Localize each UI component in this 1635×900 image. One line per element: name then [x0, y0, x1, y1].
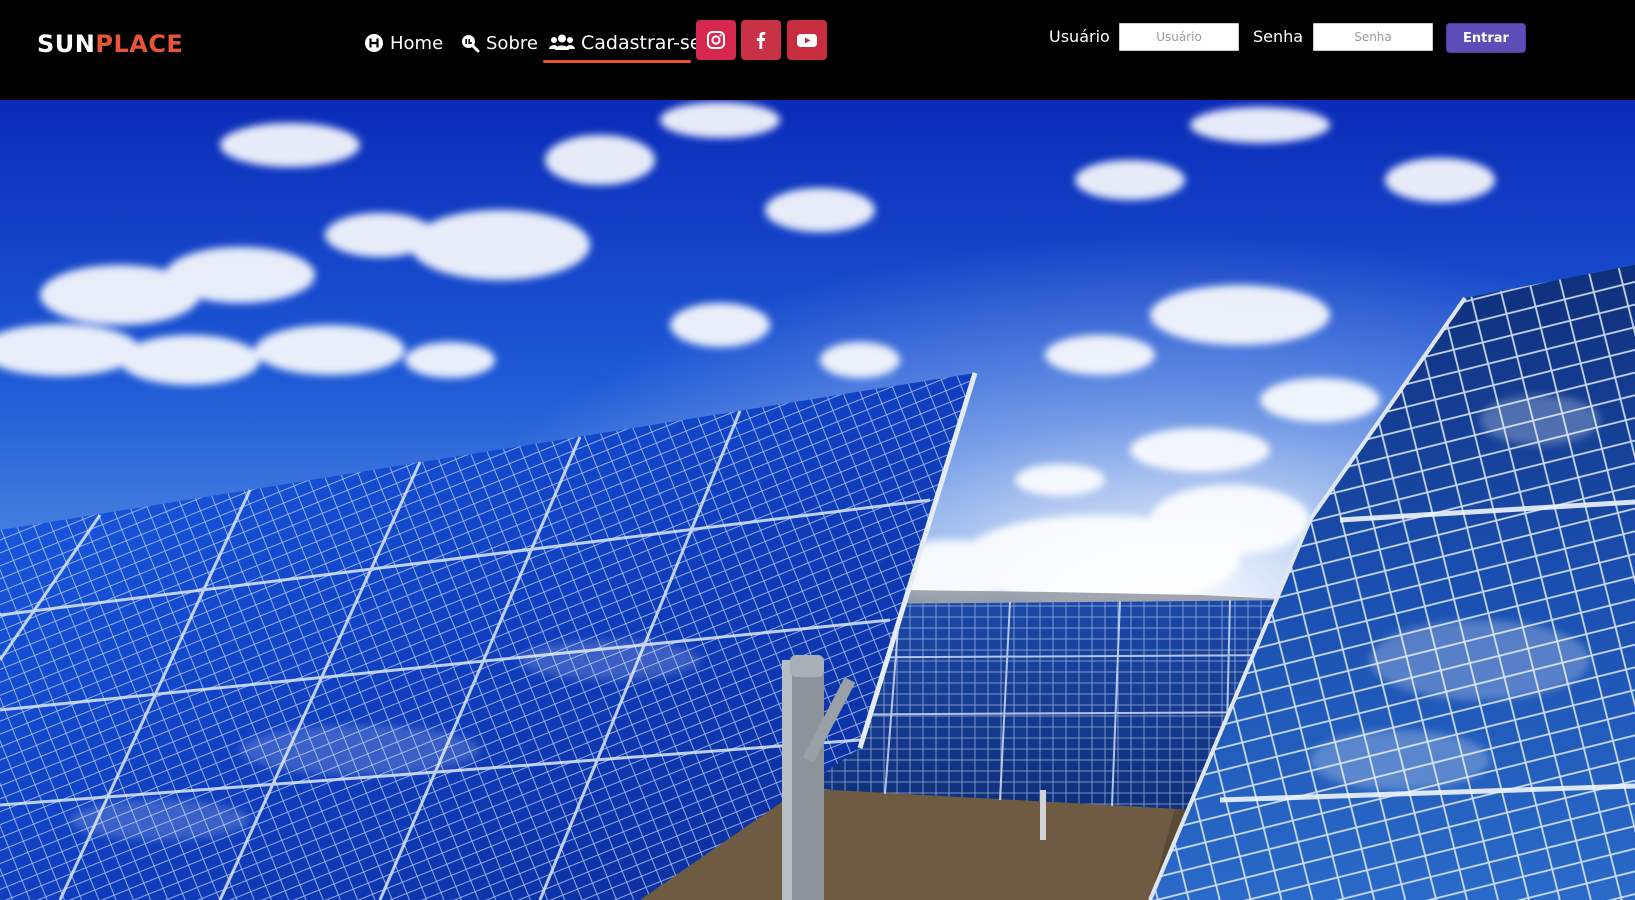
- nav-sobre-link[interactable]: Sobre: [459, 26, 538, 60]
- nav-active-indicator: [543, 60, 691, 63]
- home-h-icon: [363, 33, 384, 54]
- solar-panels-image: [0, 100, 1635, 900]
- facebook-button[interactable]: [741, 20, 781, 60]
- nav-home-label: Home: [390, 32, 444, 54]
- username-label: Usuário: [1049, 27, 1110, 46]
- youtube-button[interactable]: [787, 20, 827, 60]
- top-navbar: SUNPLACE Home Sobre Cadastrar-se Usuário…: [0, 0, 1635, 100]
- hero-image: [0, 100, 1635, 900]
- brand-logo[interactable]: SUNPLACE: [37, 28, 183, 60]
- password-label: Senha: [1253, 27, 1304, 46]
- instagram-icon: [707, 31, 725, 49]
- instagram-button[interactable]: [696, 20, 736, 60]
- nav-sobre-label: Sobre: [486, 32, 538, 54]
- search-info-icon: [459, 33, 480, 54]
- brand-logo-part2: PLACE: [95, 30, 184, 58]
- login-button[interactable]: Entrar: [1446, 23, 1526, 53]
- username-input[interactable]: [1119, 23, 1239, 51]
- facebook-icon: [756, 32, 766, 49]
- users-icon: [549, 33, 575, 54]
- nav-cadastrar-link[interactable]: Cadastrar-se: [549, 26, 701, 60]
- nav-cadastrar-label: Cadastrar-se: [581, 32, 702, 54]
- brand-logo-part1: SUN: [37, 30, 96, 58]
- youtube-icon: [797, 34, 817, 47]
- nav-home-link[interactable]: Home: [363, 26, 443, 60]
- password-input[interactable]: [1313, 23, 1433, 51]
